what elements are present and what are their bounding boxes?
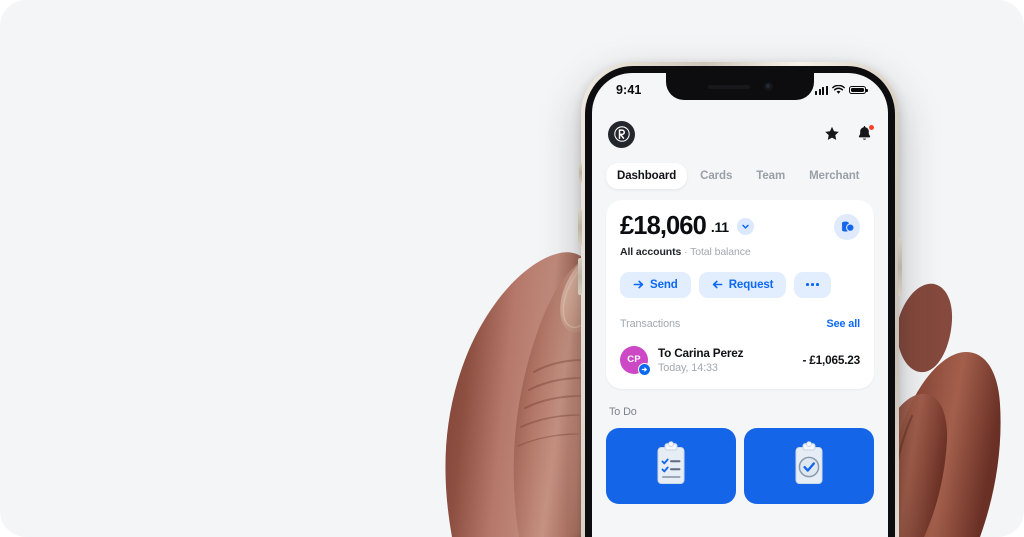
transaction-row[interactable]: CP To Carina Perez Today, 14:33 - £1,065… (620, 345, 861, 376)
more-actions-button[interactable] (794, 271, 831, 298)
status-time: 9:41 (616, 82, 642, 97)
clipboard-checklist-icon (656, 440, 686, 484)
balance-total-label: Total balance (690, 245, 751, 258)
balance-subtitle: All accounts · Total balance (620, 246, 754, 258)
chevron-down-icon[interactable] (736, 218, 754, 236)
tab-cards[interactable]: Cards (689, 163, 743, 189)
ellipsis-icon (806, 283, 819, 286)
avatar: CP (620, 345, 651, 376)
avatar-initials: CP (627, 354, 641, 365)
balance-card: £18,060 .11 All accounts · Total balance (606, 200, 874, 389)
phone-screen: 9:41 Dashboard Cards Team Merchant £18,0… (592, 73, 888, 537)
volume-up-button[interactable] (578, 209, 582, 246)
todo-card-check[interactable] (744, 427, 874, 504)
send-button-label: Send (650, 278, 678, 291)
transaction-date: Today, 14:33 (658, 361, 718, 374)
earpiece-speaker-icon (707, 84, 750, 89)
transactions-header: Transactions See all (620, 318, 860, 330)
transaction-details: To Carina Perez Today, 14:33 (658, 346, 803, 374)
star-icon[interactable] (824, 126, 840, 142)
tab-team[interactable]: Team (745, 163, 796, 189)
phone-device: 9:41 Dashboard Cards Team Merchant £18,0… (578, 62, 902, 537)
transactions-title: Transactions (620, 317, 681, 330)
transaction-amount: - £1,065.23 (802, 352, 861, 367)
tab-bar: Dashboard Cards Team Merchant (606, 163, 874, 189)
coins-icon[interactable] (834, 214, 860, 240)
tab-dashboard[interactable]: Dashboard (606, 163, 688, 189)
balance-account-label: All accounts (620, 245, 682, 258)
arrow-out-circle-icon (638, 362, 651, 376)
balance-amount-main: £18,060 (620, 212, 707, 240)
request-button-label: Request (728, 278, 774, 291)
notification-dot (869, 125, 874, 130)
power-button[interactable] (898, 238, 902, 296)
wifi-icon (832, 85, 845, 94)
app-header (606, 117, 874, 151)
balance-row: £18,060 .11 All accounts · Total balance (620, 212, 860, 258)
app-content: Dashboard Cards Team Merchant £18,060 .1… (592, 73, 888, 537)
silent-switch-button[interactable] (579, 163, 582, 183)
header-actions (824, 125, 874, 142)
see-all-link[interactable]: See all (826, 318, 860, 330)
arrow-right-icon (633, 280, 644, 289)
battery-icon (849, 85, 868, 95)
balance-amount[interactable]: £18,060 .11 (620, 212, 754, 240)
clipboard-check-circle-icon (794, 440, 824, 484)
transaction-name: To Carina Perez (658, 345, 744, 360)
send-button[interactable]: Send (620, 271, 691, 298)
arrow-left-icon (712, 280, 723, 289)
bell-icon[interactable] (857, 125, 874, 142)
balance-subtitle-separator: · (681, 245, 691, 258)
tab-merchant[interactable]: Merchant (798, 163, 870, 189)
signal-bars-icon (814, 85, 828, 95)
page-background: 9:41 Dashboard Cards Team Merchant £18,0… (0, 0, 1024, 537)
revolut-logo-icon[interactable] (608, 120, 635, 148)
todo-card-checklist[interactable] (606, 427, 736, 504)
balance-amount-decimal: .11 (710, 218, 729, 235)
quick-actions: Send Request (620, 271, 860, 298)
status-icons (814, 81, 868, 95)
todo-cards (606, 427, 874, 504)
volume-down-button[interactable] (578, 258, 582, 295)
notch (666, 73, 814, 100)
todo-title: To Do (609, 405, 637, 418)
front-camera-icon (763, 82, 773, 91)
request-button[interactable]: Request (698, 271, 787, 298)
